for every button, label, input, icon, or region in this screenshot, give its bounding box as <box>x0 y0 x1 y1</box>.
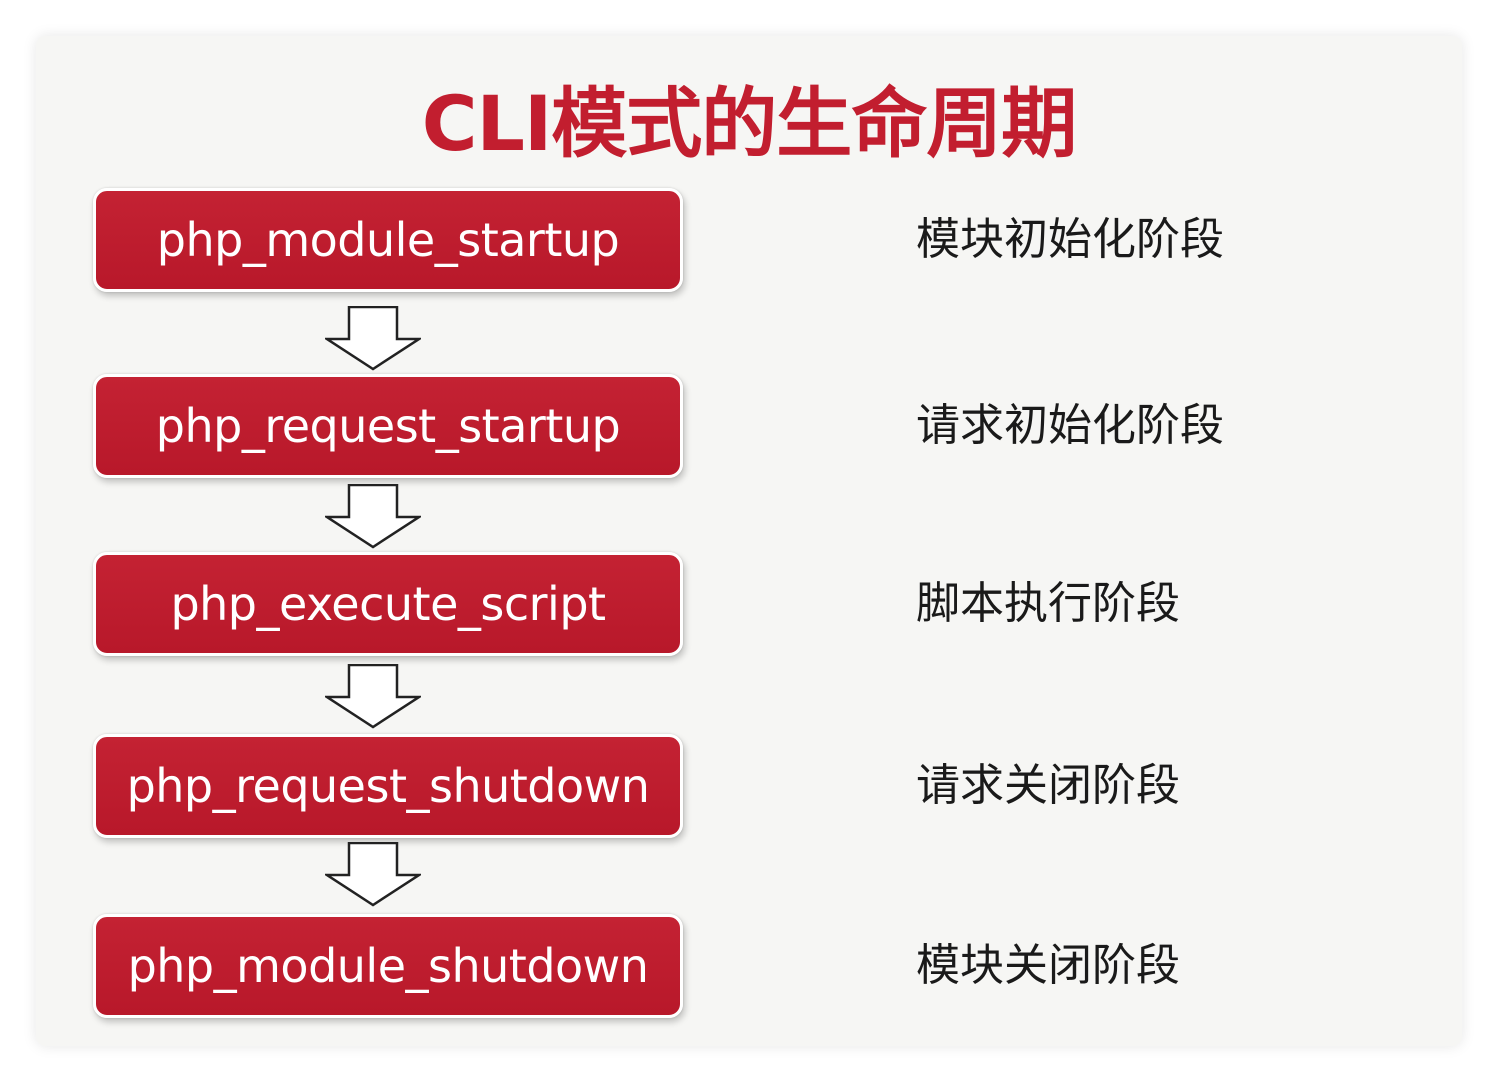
arrow-down-outline-icon <box>325 306 421 371</box>
page-title: CLI模式的生命周期 <box>421 79 1077 168</box>
step-label: php_module_shutdown <box>127 939 649 993</box>
step-label: php_request_startup <box>155 399 621 453</box>
arrow-down-outline-icon <box>325 842 421 907</box>
step-box-module-shutdown: php_module_shutdown <box>93 914 683 1018</box>
step-box-execute-script: php_execute_script <box>93 552 683 656</box>
stage-label-module-init: 模块初始化阶段 <box>916 214 1224 265</box>
stage-label-script-exec: 脚本执行阶段 <box>916 578 1180 629</box>
arrow-down-outline-icon <box>325 484 421 549</box>
stage-label-request-init: 请求初始化阶段 <box>916 400 1224 451</box>
step-box-module-startup: php_module_startup <box>93 188 683 292</box>
step-label: php_module_startup <box>156 213 620 267</box>
arrow-down-outline-icon <box>325 664 421 729</box>
slide: CLI模式的生命周期 php_module_startup 模块初始化阶段 ph… <box>36 36 1462 1046</box>
stage-label-request-close: 请求关闭阶段 <box>916 760 1180 811</box>
step-box-request-shutdown: php_request_shutdown <box>93 734 683 838</box>
step-label: php_execute_script <box>170 577 606 631</box>
step-label: php_request_shutdown <box>126 759 650 813</box>
step-box-request-startup: php_request_startup <box>93 374 683 478</box>
stage-label-module-close: 模块关闭阶段 <box>916 940 1180 991</box>
